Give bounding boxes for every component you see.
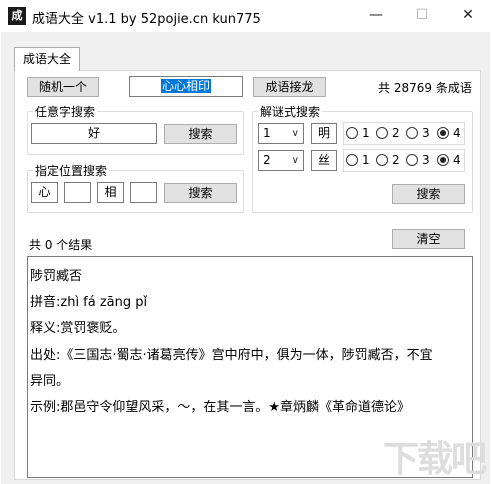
riddle-search-button[interactable]: 搜索 xyxy=(392,184,465,204)
total-count: 28769 xyxy=(393,81,433,95)
result-example: 示例:郡邑守令仰望风采，～，在其一言。★章炳麟《革命道德论》 xyxy=(30,400,411,415)
position-search-button[interactable]: 搜索 xyxy=(164,183,237,203)
riddle-row1-radio-2-label: 2 xyxy=(392,126,400,140)
riddle-row2-radio-1-label: 1 xyxy=(362,153,370,167)
riddle-row2-radio-2-label: 2 xyxy=(392,153,400,167)
window-title: 成语大全 v1.1 by 52pojie.cn kun775 xyxy=(32,12,261,27)
riddle-row2-radio-4-label: 4 xyxy=(453,153,461,167)
total-suffix: 条成语 xyxy=(435,81,472,95)
minimize-button[interactable]: — xyxy=(353,0,399,32)
any-char-search-button[interactable]: 搜索 xyxy=(164,124,237,144)
riddle-row1-count-select[interactable]: 1 ∨ xyxy=(258,123,304,144)
riddle-row1-char-input[interactable]: 明 xyxy=(311,123,337,144)
riddle-search-label: 解谜式搜索 xyxy=(258,103,323,120)
idiom-input[interactable]: 心心相印 xyxy=(129,76,243,97)
close-button[interactable]: ✕ xyxy=(445,0,491,32)
riddle-row1-radio-1[interactable] xyxy=(346,127,358,139)
any-char-search-label: 任意字搜索 xyxy=(33,103,98,120)
any-char-input[interactable]: 好 xyxy=(31,123,157,144)
result-idiom: 陟罚臧否 xyxy=(30,269,83,284)
riddle-row1-radio-1-label: 1 xyxy=(362,126,370,140)
riddle-row2-radio-2[interactable] xyxy=(376,154,388,166)
riddle-row2-char-input[interactable]: 丝 xyxy=(311,150,337,171)
riddle-row1-radio-4[interactable] xyxy=(437,127,449,139)
result-pinyin: 拼音:zhì fá zāng pǐ xyxy=(30,295,148,310)
riddle-row1-count-value: 1 xyxy=(263,126,271,140)
riddle-row2-radio-3[interactable] xyxy=(406,154,418,166)
riddle-row2-count-select[interactable]: 2 ∨ xyxy=(258,150,304,171)
riddle-row1-radio-2[interactable] xyxy=(376,127,388,139)
clear-button[interactable]: 清空 xyxy=(392,229,465,249)
riddle-row2-radio-3-label: 3 xyxy=(422,153,430,167)
riddle-row2-radio-1[interactable] xyxy=(346,154,358,166)
riddle-row1-radio-4-label: 4 xyxy=(453,126,461,140)
total-count-label: 共 28769 条成语 xyxy=(378,79,472,96)
result-meaning: 释义:赏罚褒贬。 xyxy=(30,321,126,336)
random-button[interactable]: 随机一个 xyxy=(27,77,99,97)
idiom-chain-button[interactable]: 成语接龙 xyxy=(253,77,326,97)
result-source: 出处:《三国志·蜀志·诸葛亮传》宫中府中，俱为一体，陟罚臧否，不宜 xyxy=(30,348,433,363)
watermark: 下载吧 xyxy=(382,439,487,480)
position-search-label: 指定位置搜索 xyxy=(33,162,110,179)
total-prefix: 共 xyxy=(378,81,391,95)
idiom-input-text: 心心相印 xyxy=(160,79,211,93)
tab-idioms[interactable]: 成语大全 xyxy=(14,47,80,71)
chevron-down-icon: ∨ xyxy=(291,155,299,166)
maximize-icon: ☐ xyxy=(415,7,429,23)
riddle-row1-radio-3-label: 3 xyxy=(422,126,430,140)
riddle-row2-radio-4[interactable] xyxy=(437,154,449,166)
app-icon: 成 xyxy=(8,7,26,25)
chevron-down-icon: ∨ xyxy=(291,128,299,139)
maximize-button[interactable]: ☐ xyxy=(399,0,445,32)
position-4-input[interactable] xyxy=(130,182,157,203)
result-count: 共 0 个结果 xyxy=(29,238,93,252)
riddle-row2-count-value: 2 xyxy=(263,153,271,167)
minimize-icon: — xyxy=(369,7,383,23)
close-icon: ✕ xyxy=(462,7,474,23)
position-3-input[interactable]: 相 xyxy=(97,182,124,203)
riddle-row1-radio-3[interactable] xyxy=(406,127,418,139)
position-2-input[interactable] xyxy=(64,182,91,203)
result-source-cont: 异同。 xyxy=(30,374,70,389)
position-1-input[interactable]: 心 xyxy=(31,182,58,203)
